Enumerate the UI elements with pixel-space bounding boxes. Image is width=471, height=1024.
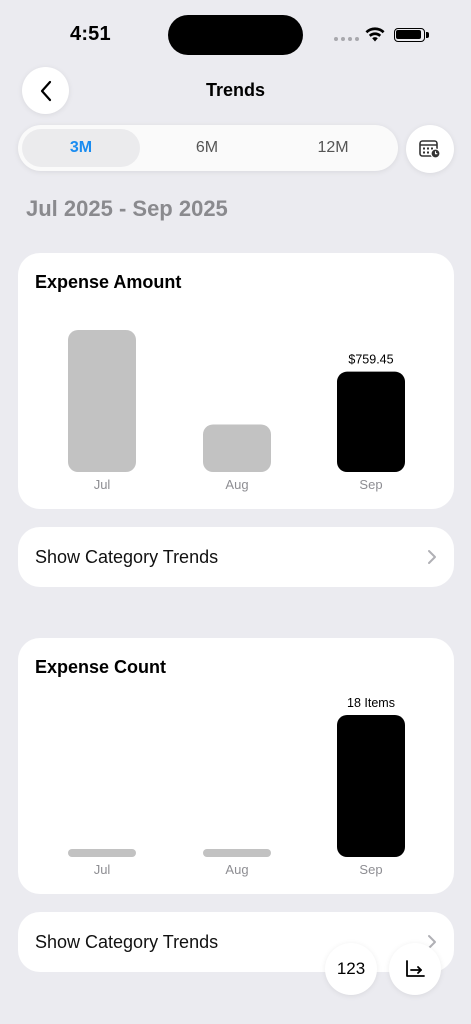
x-tick-label: Sep — [359, 862, 382, 877]
segment-3m[interactable]: 3M — [22, 125, 140, 171]
bar-aug[interactable] — [203, 424, 271, 472]
expense-amount-chart: Jul Aug Sep $759.45 — [68, 330, 405, 492]
chevron-right-icon — [428, 550, 436, 564]
expense-count-chart: Jul Aug Sep 18 Items — [68, 696, 405, 877]
chart-mode-button[interactable] — [389, 943, 441, 995]
x-tick-label: Sep — [359, 477, 382, 492]
expense-count-card: Expense Count Jul Aug Sep 18 Items — [18, 638, 454, 894]
date-range-label: Jul 2025 - Sep 2025 — [26, 196, 228, 221]
show-category-trends-label: Show Category Trends — [35, 547, 219, 567]
range-segmented-control: 3M 6M 12M — [18, 125, 398, 171]
bar-aug[interactable] — [203, 849, 271, 857]
bar-sep[interactable] — [337, 715, 405, 857]
data-label: 18 Items — [347, 696, 395, 710]
calendar-clock-icon — [419, 140, 441, 159]
segment-12m[interactable]: 12M — [274, 125, 392, 171]
bar-jul[interactable] — [68, 849, 136, 857]
battery-icon — [394, 28, 429, 42]
x-tick-label: Aug — [225, 862, 248, 877]
expense-amount-card: Expense Amount Jul Aug Sep $759.45 — [18, 253, 454, 509]
status-time: 4:51 — [70, 23, 111, 45]
bar-sep[interactable] — [337, 371, 405, 472]
custom-range-button[interactable] — [406, 125, 454, 173]
show-category-trends-label: Show Category Trends — [35, 932, 219, 952]
x-tick-label: Aug — [225, 477, 248, 492]
x-tick-label: Jul — [94, 477, 111, 492]
chart-axis-icon — [406, 960, 425, 977]
wifi-icon — [365, 27, 385, 42]
segment-6m[interactable]: 6M — [148, 125, 266, 171]
status-bar: 4:51 — [0, 0, 471, 70]
signal-icon — [334, 37, 359, 41]
page-title: Trends — [205, 80, 266, 100]
show-category-trends-row[interactable]: Show Category Trends — [18, 527, 454, 587]
number-mode-button[interactable]: 123 — [325, 943, 377, 995]
dynamic-island — [168, 15, 303, 55]
x-tick-label: Jul — [94, 862, 111, 877]
data-label: $759.45 — [348, 353, 393, 367]
bar-jul[interactable] — [68, 330, 136, 472]
